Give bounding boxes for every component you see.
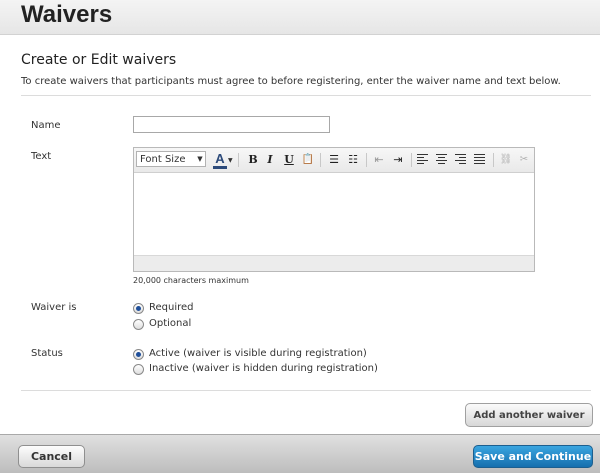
align-center-icon[interactable] xyxy=(436,154,447,165)
rich-text-editor[interactable]: Font Size ▼ A ▼ B I U 📋 ☰ ☷ ⇤ ⇥ ⛓ ✂ xyxy=(133,147,535,272)
editor-statusbar xyxy=(134,255,534,271)
save-and-continue-button[interactable]: Save and Continue xyxy=(473,445,593,468)
section-description: To create waivers that participants must… xyxy=(21,76,561,87)
align-left-icon[interactable] xyxy=(417,154,428,165)
bold-button[interactable]: B xyxy=(246,153,260,167)
italic-button[interactable]: I xyxy=(263,153,277,167)
toolbar-separator xyxy=(493,153,494,167)
editor-content[interactable] xyxy=(134,173,534,256)
color-dropdown-icon[interactable]: ▼ xyxy=(228,157,233,164)
font-size-select[interactable]: Font Size ▼ xyxy=(136,151,206,167)
bullet-list-icon[interactable]: ☰ xyxy=(327,153,341,167)
cancel-button[interactable]: Cancel xyxy=(18,445,85,468)
editor-toolbar: Font Size ▼ A ▼ B I U 📋 ☰ ☷ ⇤ ⇥ ⛓ ✂ xyxy=(134,148,534,173)
text-label: Text xyxy=(31,151,52,162)
numbered-list-icon[interactable]: ☷ xyxy=(346,153,360,167)
indent-icon[interactable]: ⇥ xyxy=(391,153,405,167)
link-icon[interactable]: ⛓ xyxy=(499,153,513,167)
name-label: Name xyxy=(31,120,61,131)
text-color-glyph: A xyxy=(215,151,225,166)
toolbar-separator xyxy=(366,153,367,167)
text-color-button[interactable]: A xyxy=(213,151,227,169)
paste-icon[interactable]: 📋 xyxy=(301,153,315,167)
radio-button[interactable] xyxy=(133,349,144,360)
waiver-name-input[interactable] xyxy=(133,116,330,133)
radio-label: Optional xyxy=(149,318,192,329)
radio-button[interactable] xyxy=(133,364,144,375)
toolbar-separator xyxy=(411,153,412,167)
radio-label: Active (waiver is visible during registr… xyxy=(149,348,367,359)
divider-bottom xyxy=(21,390,591,391)
status-label: Status xyxy=(31,348,63,359)
radio-button[interactable] xyxy=(133,319,144,330)
footer-bar: Cancel Save and Continue xyxy=(0,434,600,473)
toolbar-separator xyxy=(238,153,239,167)
page-header: Waivers xyxy=(0,0,600,35)
waiver-is-label: Waiver is xyxy=(31,302,77,313)
divider-top xyxy=(21,95,591,96)
font-size-label: Font Size xyxy=(140,154,186,165)
add-another-waiver-button[interactable]: Add another waiver xyxy=(465,403,593,427)
unlink-icon[interactable]: ✂ xyxy=(517,153,531,167)
radio-label: Inactive (waiver is hidden during regist… xyxy=(149,363,378,374)
radio-button[interactable] xyxy=(133,303,144,314)
char-limit-note: 20,000 characters maximum xyxy=(133,276,249,285)
chevron-down-icon: ▼ xyxy=(197,155,203,163)
color-bar xyxy=(213,166,227,169)
page-title: Waivers xyxy=(21,1,113,28)
section-title: Create or Edit waivers xyxy=(21,52,177,68)
align-right-icon[interactable] xyxy=(455,154,466,165)
underline-button[interactable]: U xyxy=(282,153,296,167)
radio-label: Required xyxy=(149,302,194,313)
outdent-icon[interactable]: ⇤ xyxy=(372,153,386,167)
toolbar-separator xyxy=(320,153,321,167)
justify-icon[interactable] xyxy=(474,154,485,165)
